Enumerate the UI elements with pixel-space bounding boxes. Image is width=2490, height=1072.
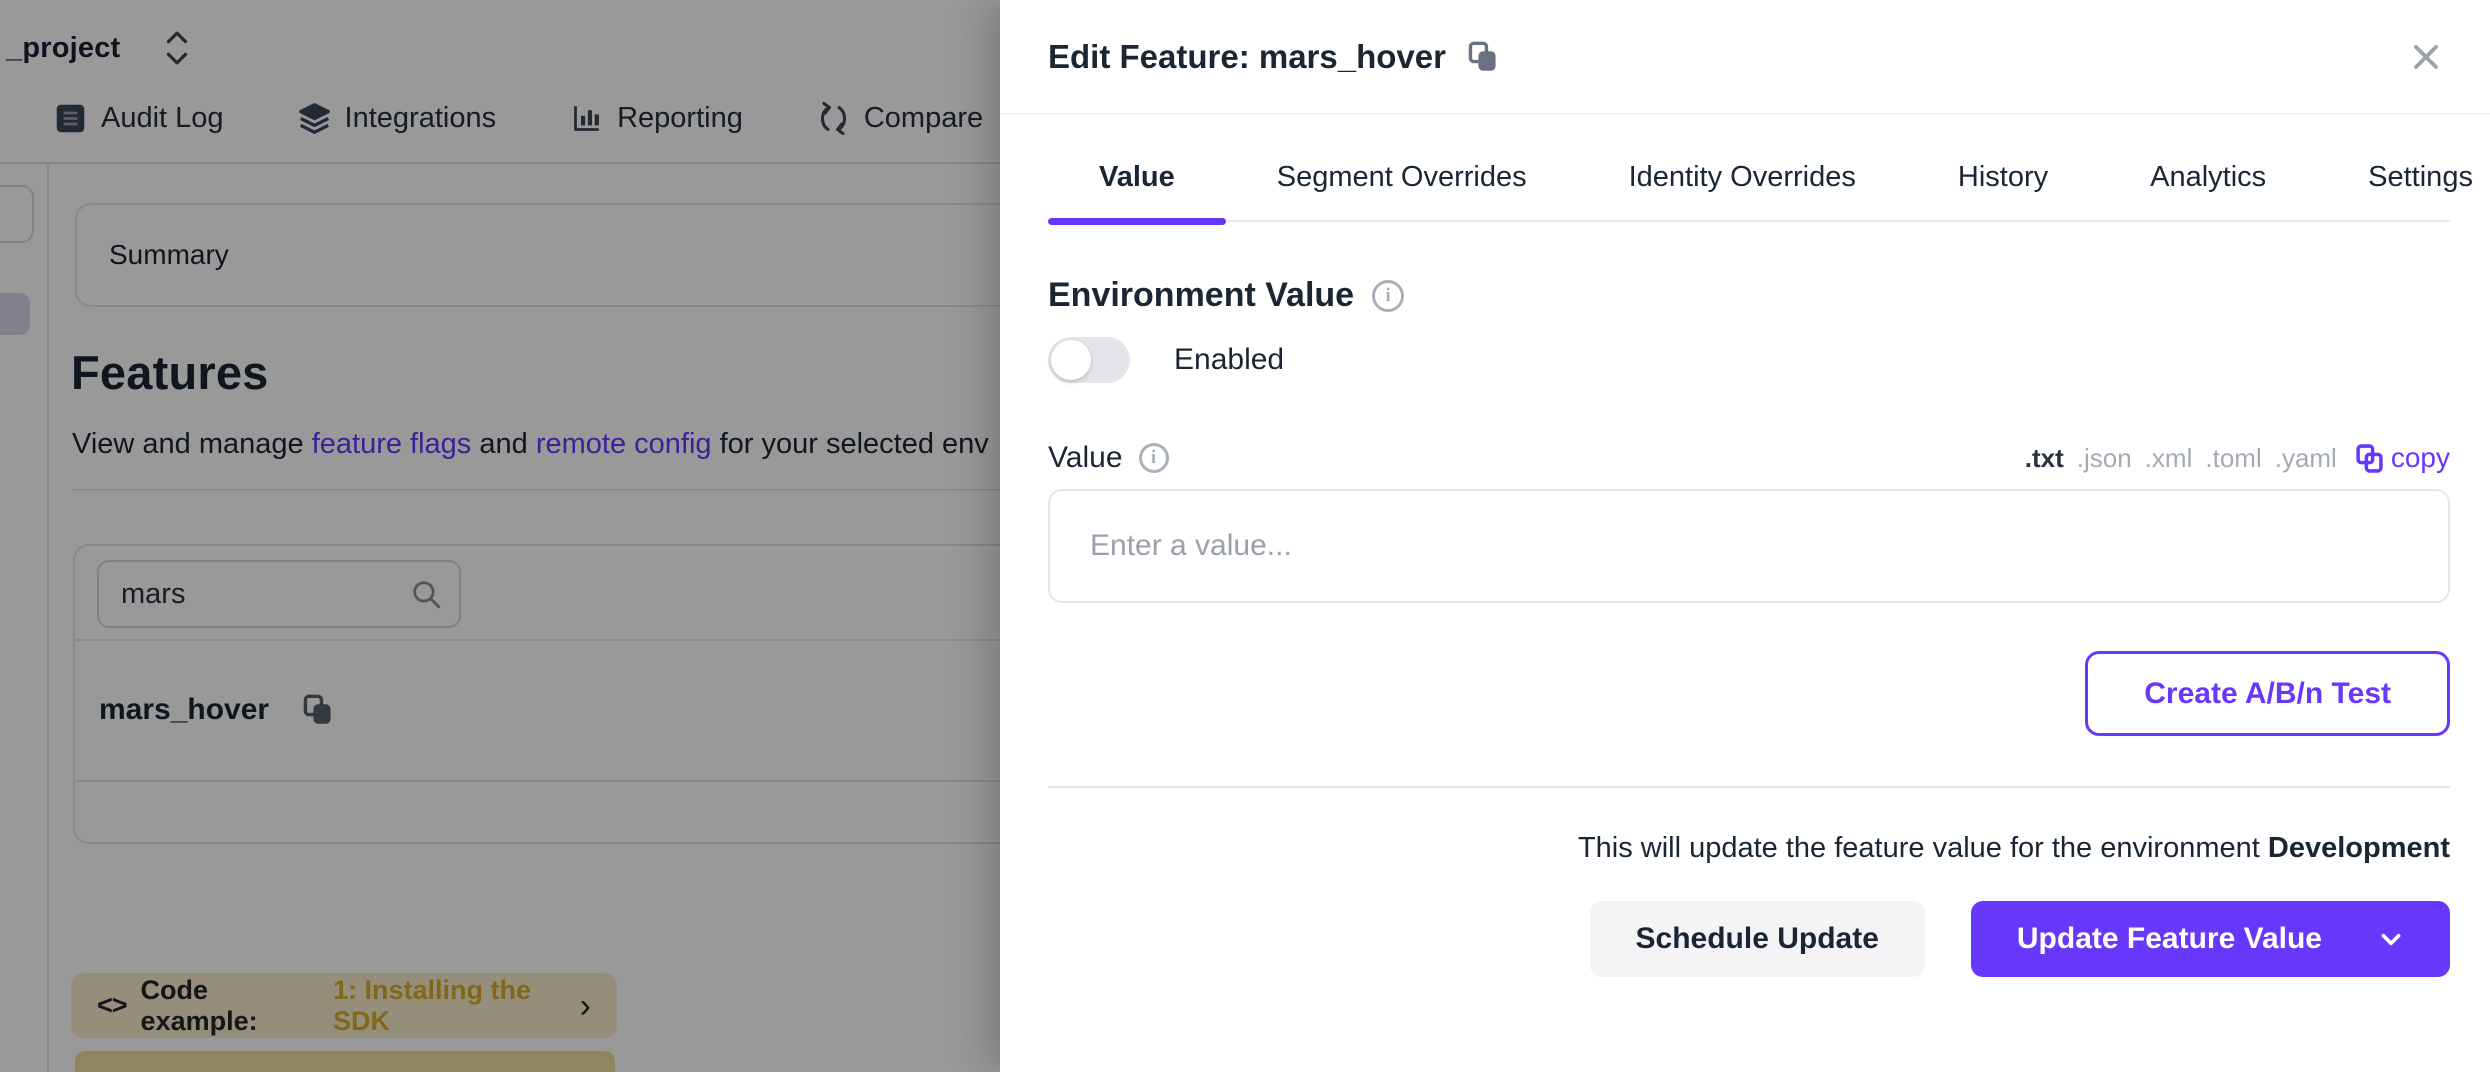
update-feature-value-button[interactable]: Update Feature Value [1971, 901, 2450, 977]
copy-icon [2356, 444, 2383, 473]
drawer-tabs: Value Segment Overrides Identity Overrid… [1048, 161, 2450, 222]
copy-label: copy [2391, 442, 2450, 474]
copy-feature-name-icon[interactable] [1468, 41, 1498, 73]
value-label: Value [1048, 441, 1123, 475]
app-root: _project Audit Log Integrations [0, 0, 2490, 1072]
edit-feature-drawer: Edit Feature: mars_hover Value Segment O… [1000, 0, 2490, 1072]
footer-note: This will update the feature value for t… [1048, 832, 2450, 865]
tab-analytics[interactable]: Analytics [2099, 161, 2317, 222]
value-format-switcher: .txt .json .xml .toml .yaml copy [2025, 442, 2450, 474]
feature-value-input[interactable] [1048, 489, 2450, 603]
info-icon[interactable]: i [1139, 443, 1169, 473]
enabled-toggle-row: Enabled [1048, 337, 2450, 383]
modal-dim-overlay [0, 0, 1000, 1072]
enabled-toggle[interactable] [1048, 337, 1130, 383]
tab-history[interactable]: History [1907, 161, 2099, 222]
drawer-body: Value Segment Overrides Identity Overrid… [1000, 161, 2490, 977]
drawer-actions: Schedule Update Update Feature Value [1048, 901, 2450, 977]
copy-value-link[interactable]: copy [2356, 442, 2450, 474]
drawer-header: Edit Feature: mars_hover [1000, 0, 2490, 115]
environment-value-section: Environment Value i [1048, 276, 2450, 315]
create-ab-row: Create A/B/n Test [1048, 651, 2450, 736]
update-button-label: Update Feature Value [2017, 922, 2322, 956]
tab-value[interactable]: Value [1048, 161, 1226, 222]
create-abn-test-button[interactable]: Create A/B/n Test [2085, 651, 2450, 736]
toggle-knob [1051, 340, 1091, 380]
tab-identity-overrides[interactable]: Identity Overrides [1578, 161, 1907, 222]
format-toml[interactable]: .toml [2205, 443, 2261, 474]
info-icon[interactable]: i [1372, 280, 1404, 312]
tab-settings[interactable]: Settings [2317, 161, 2490, 222]
footer-divider [1048, 786, 2450, 788]
drawer-title: Edit Feature: mars_hover [1048, 38, 1446, 76]
schedule-update-button[interactable]: Schedule Update [1590, 901, 1925, 977]
background-page: _project Audit Log Integrations [0, 0, 1000, 1072]
enabled-label: Enabled [1174, 343, 1284, 377]
value-label-wrap: Value i [1048, 441, 1169, 475]
footer-note-environment: Development [2268, 832, 2450, 864]
format-txt[interactable]: .txt [2025, 443, 2064, 474]
chevron-down-icon [2378, 926, 2404, 952]
format-yaml[interactable]: .yaml [2275, 443, 2337, 474]
close-button[interactable] [2406, 37, 2446, 77]
format-xml[interactable]: .xml [2145, 443, 2193, 474]
format-json[interactable]: .json [2077, 443, 2132, 474]
footer-note-text: This will update the feature value for t… [1578, 832, 2268, 864]
value-header-row: Value i .txt .json .xml .toml .yaml copy [1048, 441, 2450, 475]
close-icon [2411, 42, 2441, 72]
environment-value-heading: Environment Value [1048, 276, 1354, 315]
tab-segment-overrides[interactable]: Segment Overrides [1226, 161, 1578, 222]
